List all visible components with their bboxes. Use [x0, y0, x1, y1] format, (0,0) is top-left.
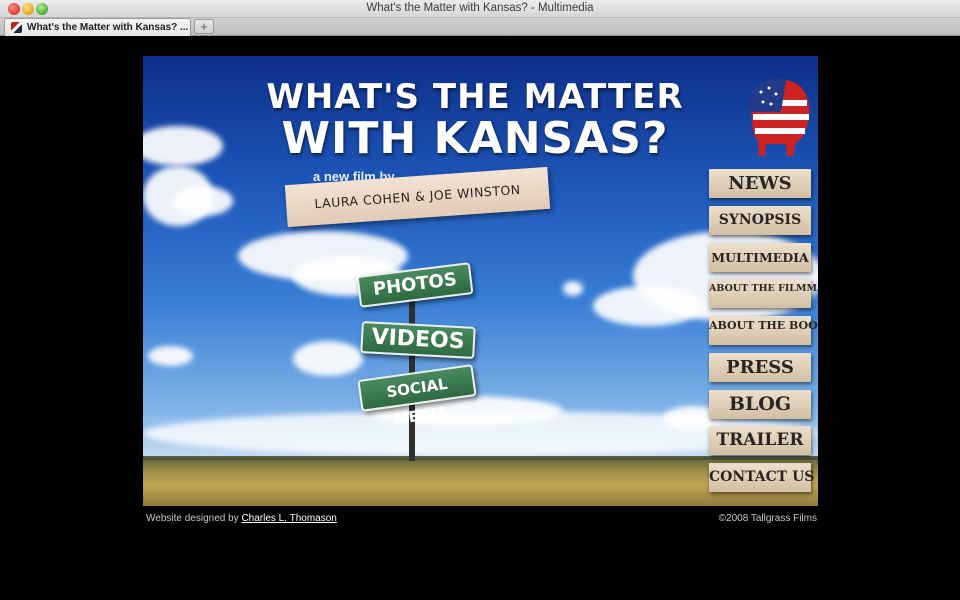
- tab-bar: What's the Matter with Kansas? ... +: [0, 18, 960, 36]
- flag-bison-icon[interactable]: [741, 70, 813, 160]
- designer-link[interactable]: Charles L. Thomason: [241, 513, 336, 524]
- tab-active[interactable]: What's the Matter with Kansas? ...: [4, 18, 191, 36]
- nav-trailer[interactable]: TRAILER: [709, 426, 811, 455]
- nav-blog[interactable]: BLOG: [709, 390, 811, 419]
- nav-about-filmmakers[interactable]: ABOUT THE FILMMAKERS: [709, 279, 818, 308]
- nav-news[interactable]: NEWS: [709, 169, 811, 198]
- cloud: [293, 341, 363, 376]
- window-titlebar: What's the Matter with Kansas? - Multime…: [0, 0, 960, 18]
- cloud: [143, 126, 223, 166]
- tab-label: What's the Matter with Kansas? ...: [27, 22, 189, 33]
- cloud: [563, 281, 583, 296]
- nav-about-book[interactable]: ABOUT THE BOOK: [709, 316, 818, 345]
- nav-contact-us[interactable]: CONTACT US: [709, 463, 814, 492]
- footer-designed-prefix: Website designed by: [146, 513, 239, 524]
- videos-sign-link[interactable]: VIDEOS: [360, 321, 476, 359]
- footer-copyright: ©2008 Tallgrass Films: [718, 513, 817, 524]
- headline-line-2: WITH KANSAS?: [281, 113, 669, 164]
- window-title: What's the Matter with Kansas? - Multime…: [366, 2, 594, 14]
- footer-credit: Website designed by Charles L. Thomason: [146, 513, 337, 524]
- nav-press[interactable]: PRESS: [709, 353, 811, 382]
- cloud: [173, 186, 233, 216]
- page-headline: WHAT'S THE MATTER WITH KANSAS?: [225, 78, 725, 162]
- site-banner: WHAT'S THE MATTER WITH KANSAS? a new fil…: [143, 56, 818, 506]
- site-favicon-icon: [11, 22, 22, 33]
- nav-synopsis[interactable]: SYNOPSIS: [709, 206, 811, 235]
- cloud: [148, 346, 193, 366]
- new-tab-button[interactable]: +: [194, 19, 214, 34]
- headline-line-1: WHAT'S THE MATTER: [266, 77, 684, 117]
- sign-pole: [409, 281, 415, 461]
- nav-multimedia[interactable]: MULTIMEDIA: [709, 243, 811, 272]
